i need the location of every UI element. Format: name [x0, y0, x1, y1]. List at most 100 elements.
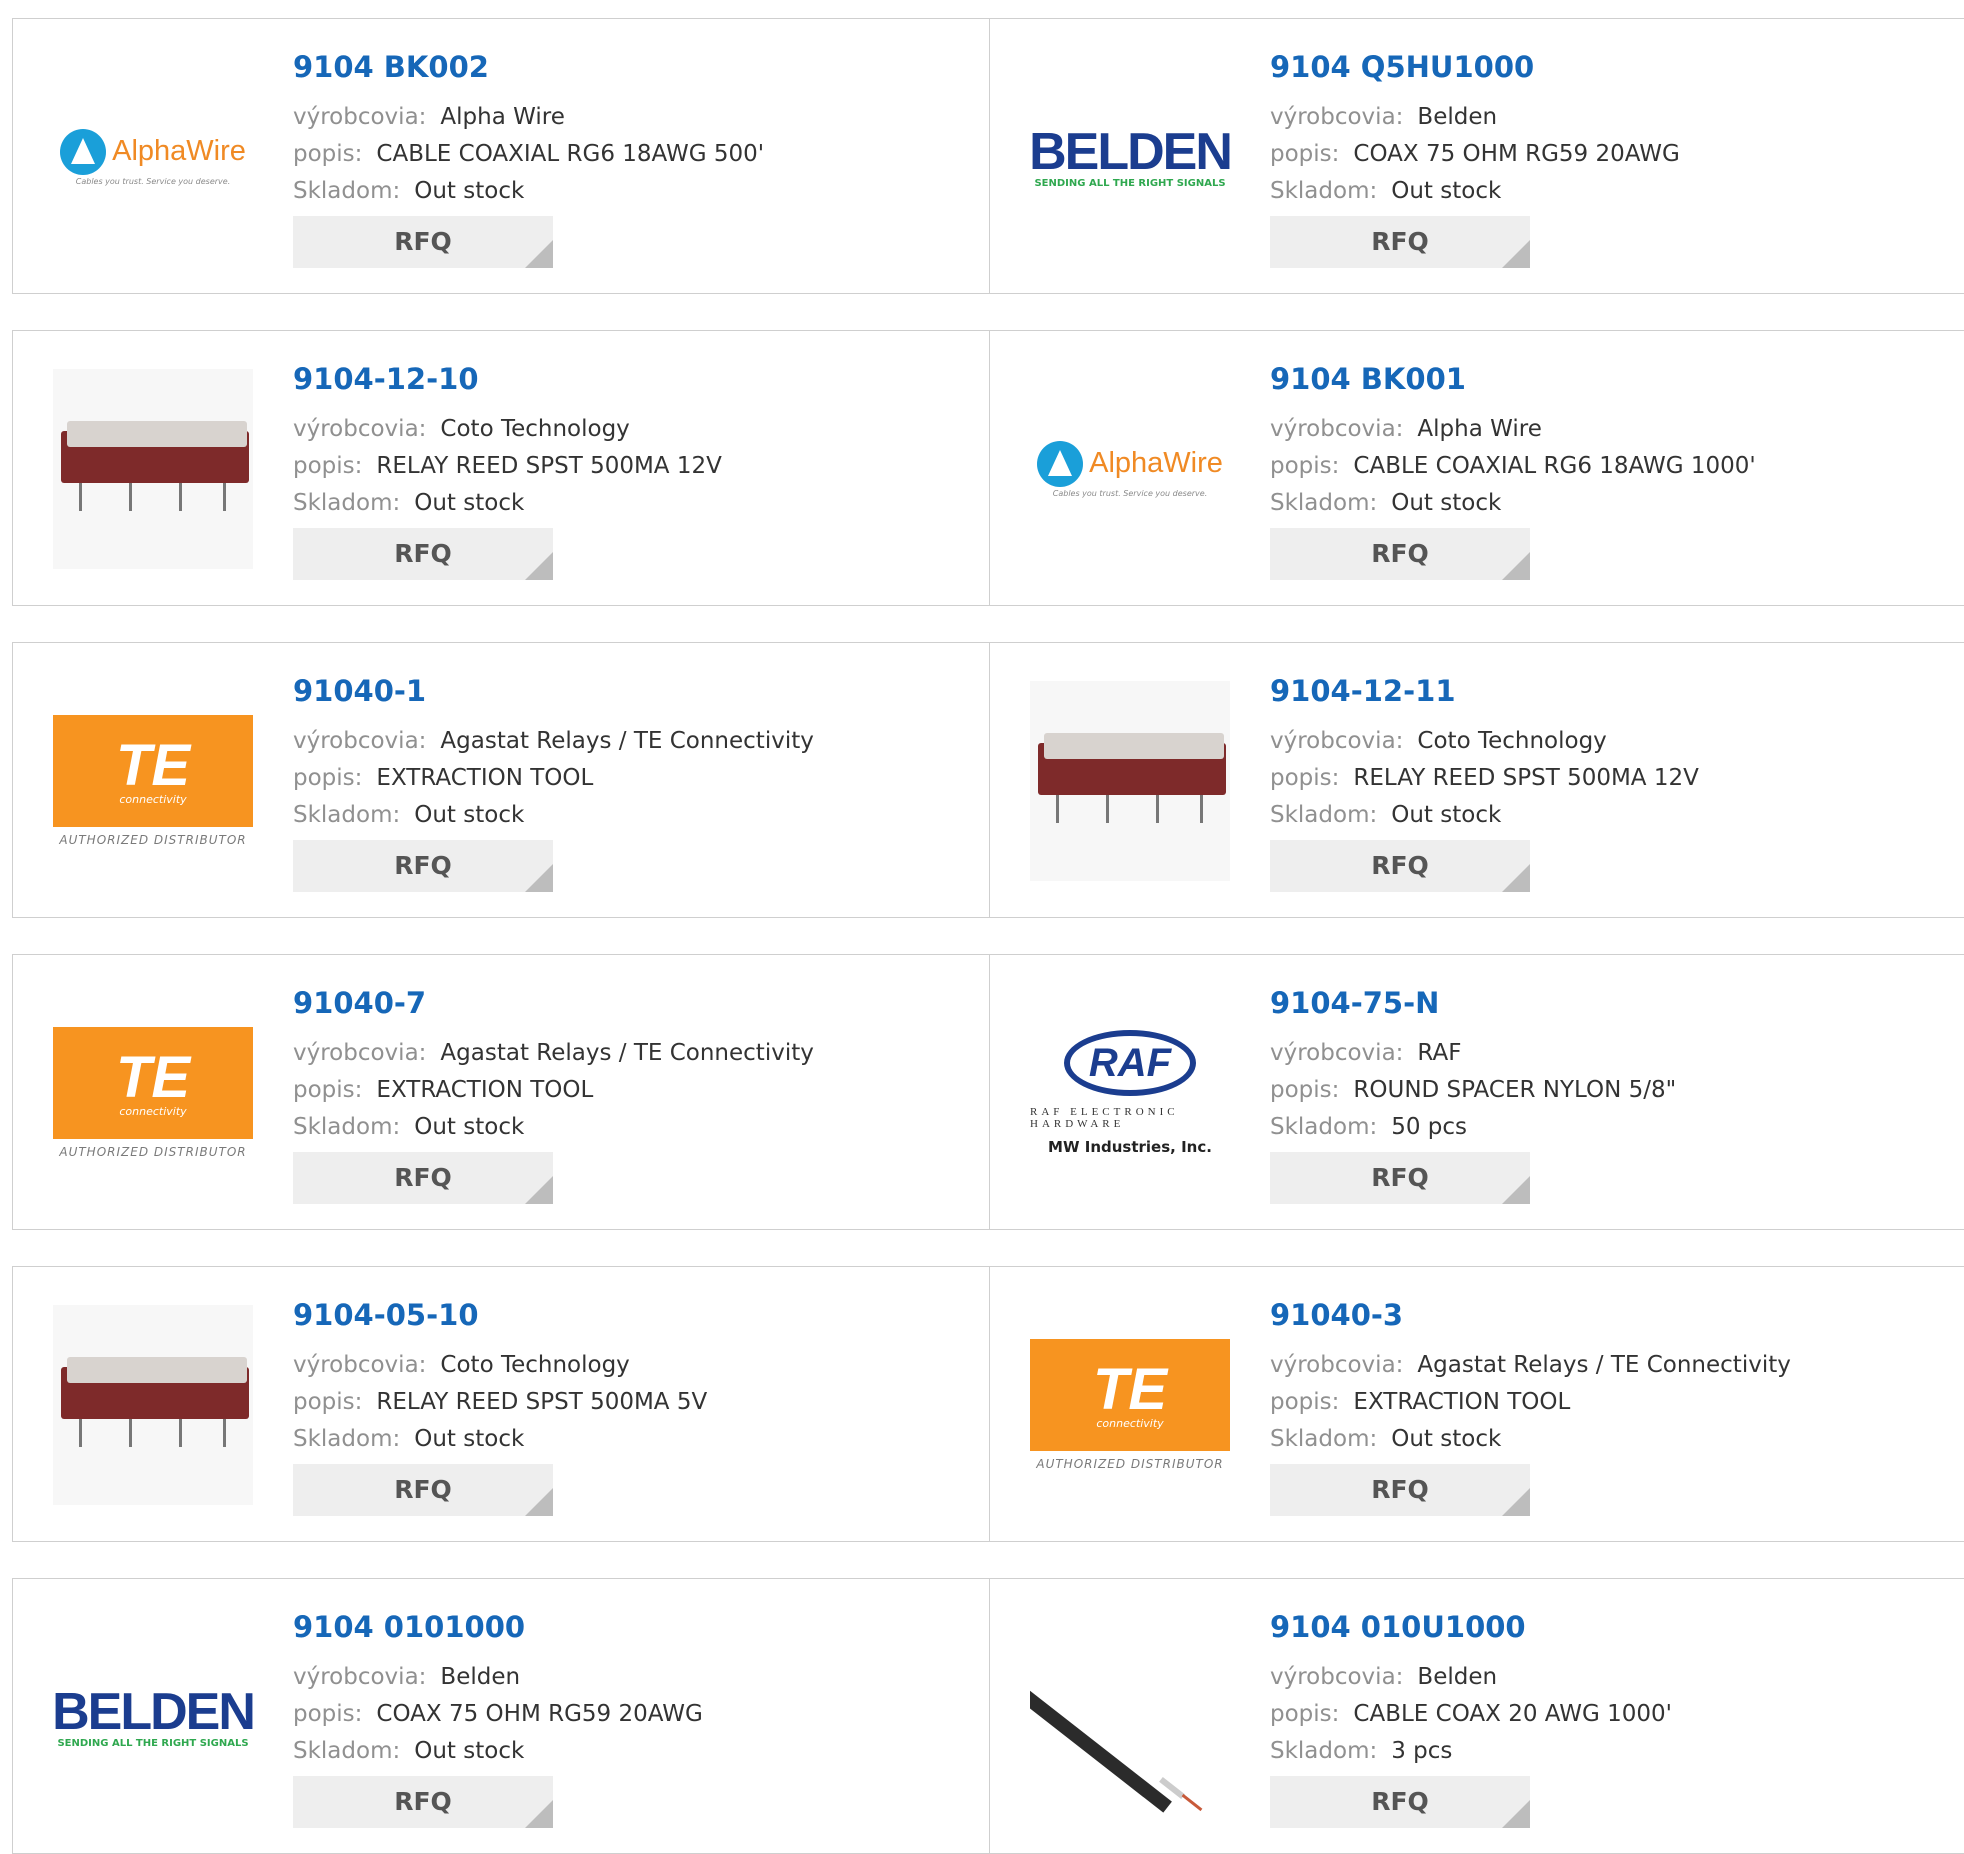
manufacturer-logo[interactable]: AlphaWire Cables you trust. Service you …: [53, 57, 253, 257]
description-row: popis: ROUND SPACER NYLON 5/8": [1270, 1072, 1958, 1109]
rfq-label: RFQ: [1371, 539, 1429, 568]
alphawire-logo: AlphaWire Cables you trust. Service you …: [60, 128, 246, 186]
description-label: popis:: [293, 453, 363, 479]
manufacturer-logo[interactable]: BELDEN SENDING ALL THE RIGHT SIGNALS: [1029, 57, 1233, 257]
part-number-link[interactable]: 9104 0101000: [293, 1609, 969, 1645]
part-number-link[interactable]: 9104-75-N: [1270, 985, 1958, 1021]
part-number-link[interactable]: 91040-1: [293, 673, 969, 709]
stock-row: Skladom: Out stock: [1270, 797, 1958, 834]
product-card: AlphaWire Cables you trust. Service you …: [989, 330, 1964, 606]
stock-value: 3 pcs: [1391, 1738, 1453, 1764]
rfq-label: RFQ: [394, 1163, 452, 1192]
description-value: EXTRACTION TOOL: [376, 1077, 594, 1103]
part-number-link[interactable]: 91040-7: [293, 985, 969, 1021]
stock-label: Skladom:: [293, 802, 401, 828]
description-value: RELAY REED SPST 500MA 5V: [376, 1389, 708, 1415]
manufacturer-logo[interactable]: [53, 369, 253, 569]
description-value: CABLE COAX 20 AWG 1000': [1353, 1701, 1672, 1727]
part-number-link[interactable]: 9104 BK002: [293, 49, 969, 85]
description-label: popis:: [293, 1389, 363, 1415]
description-row: popis: EXTRACTION TOOL: [293, 1072, 969, 1109]
part-number-link[interactable]: 9104 BK001: [1270, 361, 1958, 397]
description-label: popis:: [293, 765, 363, 791]
manufacturer-row: výrobcovia: Belden: [1270, 99, 1958, 136]
part-number-link[interactable]: 91040-3: [1270, 1297, 1958, 1333]
manufacturer-row: výrobcovia: Agastat Relays / TE Connectiv…: [1270, 1347, 1958, 1384]
stock-row: Skladom: Out stock: [1270, 1421, 1958, 1458]
product-info: 9104-12-10 výrobcovia: Coto Technology po…: [293, 361, 969, 580]
description-label: popis:: [1270, 1389, 1340, 1415]
manufacturer-value: Agastat Relays / TE Connectivity: [440, 1040, 814, 1066]
rfq-button[interactable]: RFQ: [1270, 216, 1530, 268]
manufacturer-value: Coto Technology: [1417, 728, 1607, 754]
product-card: RAF RAF ELECTRONIC HARDWARE MW Industrie…: [989, 954, 1964, 1230]
rfq-button[interactable]: RFQ: [293, 1776, 553, 1828]
rfq-button[interactable]: RFQ: [293, 840, 553, 892]
stock-value: Out stock: [414, 1738, 525, 1764]
product-info: 9104 Q5HU1000 výrobcovia: Belden popis: CO…: [1270, 49, 1958, 268]
rfq-label: RFQ: [394, 539, 452, 568]
description-label: popis:: [1270, 1701, 1340, 1727]
corner-triangle-icon: [1502, 1488, 1530, 1516]
part-number-link[interactable]: 9104-05-10: [293, 1297, 969, 1333]
rfq-label: RFQ: [1371, 227, 1429, 256]
product-card: TE connectivity AUTHORIZED DISTRIBUTOR 9…: [12, 954, 990, 1230]
description-label: popis:: [1270, 1077, 1340, 1103]
manufacturer-value: Belden: [440, 1664, 521, 1690]
description-value: EXTRACTION TOOL: [376, 765, 594, 791]
manufacturer-value: Alpha Wire: [1417, 416, 1542, 442]
part-number-link[interactable]: 9104-12-10: [293, 361, 969, 397]
stock-value: Out stock: [1391, 490, 1502, 516]
description-row: popis: CABLE COAXIAL RG6 18AWG 500': [293, 136, 969, 173]
manufacturer-logo[interactable]: BELDEN SENDING ALL THE RIGHT SIGNALS: [52, 1617, 256, 1817]
stock-row: Skladom: Out stock: [1270, 485, 1958, 522]
product-grid: AlphaWire Cables you trust. Service you …: [0, 0, 1964, 1854]
stock-label: Skladom:: [1270, 1426, 1378, 1452]
rfq-button[interactable]: RFQ: [293, 528, 553, 580]
rfq-button[interactable]: RFQ: [1270, 1776, 1530, 1828]
rfq-button[interactable]: RFQ: [293, 1152, 553, 1204]
stock-row: Skladom: Out stock: [293, 1421, 969, 1458]
manufacturer-value: Coto Technology: [440, 1352, 630, 1378]
product-info: 91040-3 výrobcovia: Agastat Relays / TE C…: [1270, 1297, 1958, 1516]
product-info: 9104 0101000 výrobcovia: Belden popis: COA…: [293, 1609, 969, 1828]
product-card: AlphaWire Cables you trust. Service you …: [12, 18, 990, 294]
rfq-button[interactable]: RFQ: [293, 1464, 553, 1516]
part-number-link[interactable]: 9104 Q5HU1000: [1270, 49, 1958, 85]
rfq-button[interactable]: RFQ: [293, 216, 553, 268]
manufacturer-row: výrobcovia: Belden: [1270, 1659, 1958, 1696]
manufacturer-logo[interactable]: RAF RAF ELECTRONIC HARDWARE MW Industrie…: [1030, 993, 1230, 1193]
manufacturer-logo[interactable]: TE connectivity AUTHORIZED DISTRIBUTOR: [53, 681, 253, 881]
manufacturer-logo[interactable]: [1030, 681, 1230, 881]
rfq-button[interactable]: RFQ: [1270, 840, 1530, 892]
stock-row: Skladom: Out stock: [293, 485, 969, 522]
rfq-button[interactable]: RFQ: [1270, 1464, 1530, 1516]
description-value: CABLE COAXIAL RG6 18AWG 1000': [1353, 453, 1756, 479]
manufacturer-logo[interactable]: TE connectivity AUTHORIZED DISTRIBUTOR: [1030, 1305, 1230, 1505]
manufacturer-value: Alpha Wire: [440, 104, 565, 130]
part-number-link[interactable]: 9104-12-11: [1270, 673, 1958, 709]
manufacturer-row: výrobcovia: Alpha Wire: [1270, 411, 1958, 448]
manufacturer-logo[interactable]: [1030, 1617, 1230, 1817]
rfq-button[interactable]: RFQ: [1270, 1152, 1530, 1204]
rfq-button[interactable]: RFQ: [1270, 528, 1530, 580]
manufacturer-logo[interactable]: TE connectivity AUTHORIZED DISTRIBUTOR: [53, 993, 253, 1193]
manufacturer-logo[interactable]: [53, 1305, 253, 1505]
te-connectivity-logo: TE connectivity AUTHORIZED DISTRIBUTOR: [53, 715, 253, 847]
product-card: 9104-12-10 výrobcovia: Coto Technology po…: [12, 330, 990, 606]
manufacturer-label: výrobcovia:: [1270, 728, 1404, 754]
coax-cable-image: [1030, 1617, 1230, 1817]
description-row: popis: CABLE COAXIAL RG6 18AWG 1000': [1270, 448, 1958, 485]
part-number-link[interactable]: 9104 010U1000: [1270, 1609, 1958, 1645]
manufacturer-label: výrobcovia:: [1270, 416, 1404, 442]
rfq-label: RFQ: [394, 1475, 452, 1504]
manufacturer-label: výrobcovia:: [1270, 104, 1404, 130]
product-card: 9104-12-11 výrobcovia: Coto Technology po…: [989, 642, 1964, 918]
corner-triangle-icon: [525, 240, 553, 268]
manufacturer-row: výrobcovia: Coto Technology: [293, 411, 969, 448]
manufacturer-logo[interactable]: AlphaWire Cables you trust. Service you …: [1030, 369, 1230, 569]
stock-row: Skladom: Out stock: [293, 173, 969, 210]
manufacturer-value: Coto Technology: [440, 416, 630, 442]
stock-value: Out stock: [414, 490, 525, 516]
alphawire-icon: [60, 128, 107, 175]
